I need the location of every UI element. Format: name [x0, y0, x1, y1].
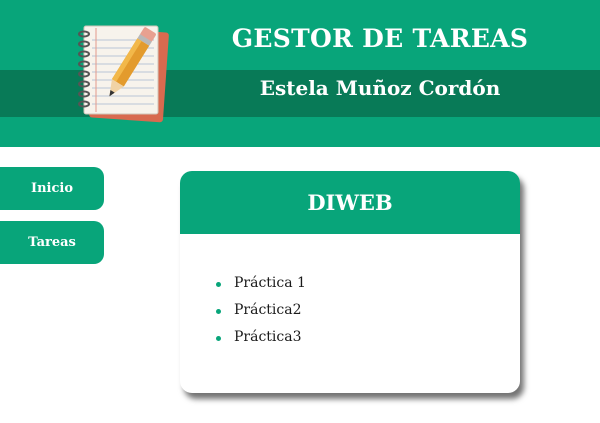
- bullet-icon: [216, 336, 221, 341]
- task-label: Práctica3: [234, 329, 302, 345]
- card-title: DIWEB: [307, 190, 393, 215]
- bullet-icon: [216, 309, 221, 314]
- list-item[interactable]: Práctica 1: [216, 275, 306, 302]
- page: GESTOR DE TAREAS Estela Muñoz Cordón Ini…: [0, 0, 600, 423]
- task-label: Práctica2: [234, 302, 302, 318]
- list-item[interactable]: Práctica3: [216, 329, 306, 356]
- list-item[interactable]: Práctica2: [216, 302, 306, 329]
- user-name: Estela Muñoz Cordón: [259, 76, 501, 100]
- task-list: Práctica 1 Práctica2 Práctica3: [216, 275, 306, 356]
- nav-item-inicio[interactable]: Inicio: [0, 167, 104, 210]
- bullet-icon: [216, 282, 221, 287]
- app-title: GESTOR DE TAREAS: [231, 24, 529, 53]
- task-label: Práctica 1: [234, 275, 306, 291]
- subject-card: DIWEB Práctica 1 Práctica2 Práctica3: [180, 171, 520, 393]
- nav-item-tareas[interactable]: Tareas: [0, 221, 104, 264]
- nav-item-label: Tareas: [28, 235, 76, 250]
- card-header: DIWEB: [180, 171, 520, 234]
- notebook-pencil-icon: [78, 25, 169, 123]
- app-header: GESTOR DE TAREAS Estela Muñoz Cordón: [0, 0, 600, 147]
- nav-item-label: Inicio: [31, 181, 73, 196]
